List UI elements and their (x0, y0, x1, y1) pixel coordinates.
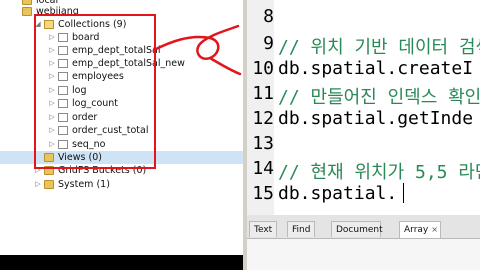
line-number: 15 (252, 183, 274, 204)
folder-icon (22, 0, 32, 5)
line-number: 12 (252, 108, 274, 129)
code-comment: // 현재 위치가 5,5 라면 (278, 162, 480, 183)
tab-label: Find (292, 225, 311, 235)
text-caret (403, 183, 404, 203)
tab-text[interactable]: Text (249, 221, 277, 237)
database-icon (22, 7, 32, 16)
line-number: 13 (252, 133, 274, 154)
line-number: 9 (263, 33, 274, 54)
tab-strip: Text Find Document Array × (247, 221, 480, 239)
code-line: db.spatial. (278, 183, 398, 204)
tab-label: Text (254, 225, 273, 235)
folder-icon (44, 180, 54, 189)
scribble-annotation (152, 24, 242, 76)
tab-array[interactable]: Array × (399, 221, 441, 238)
result-tabs-panel: Text Find Document Array × (247, 215, 480, 270)
tab-label: Array (404, 225, 429, 235)
code-comment: // 위치 기반 데이터 검색 (278, 37, 480, 58)
collection-tree-panel: local webjiang ◢ Collections (9) ▷ board… (0, 0, 243, 255)
close-icon[interactable]: × (431, 225, 438, 234)
tab-content (247, 239, 480, 270)
line-number: 14 (252, 158, 274, 179)
line-number-gutter: 8 9 10 11 12 13 14 15 (247, 0, 274, 215)
chevron-right-icon[interactable]: ▷ (34, 178, 42, 191)
tab-document[interactable]: Document (331, 221, 383, 237)
line-number: 10 (252, 58, 274, 79)
code-editor[interactable]: 8 9 10 11 12 13 14 15 // 위치 기반 데이터 검색 db… (247, 0, 480, 215)
line-number: 11 (252, 83, 274, 104)
tree-item-label: System (1) (58, 179, 110, 190)
tab-find[interactable]: Find (287, 221, 315, 237)
line-number: 8 (263, 6, 274, 27)
code-line: db.spatial.getInde (278, 108, 474, 129)
highlight-box (34, 14, 156, 169)
code-comment: // 만들어진 인덱스 확인 (278, 87, 480, 108)
tab-label: Document (336, 225, 383, 235)
code-line: db.spatial.createI (278, 58, 474, 79)
